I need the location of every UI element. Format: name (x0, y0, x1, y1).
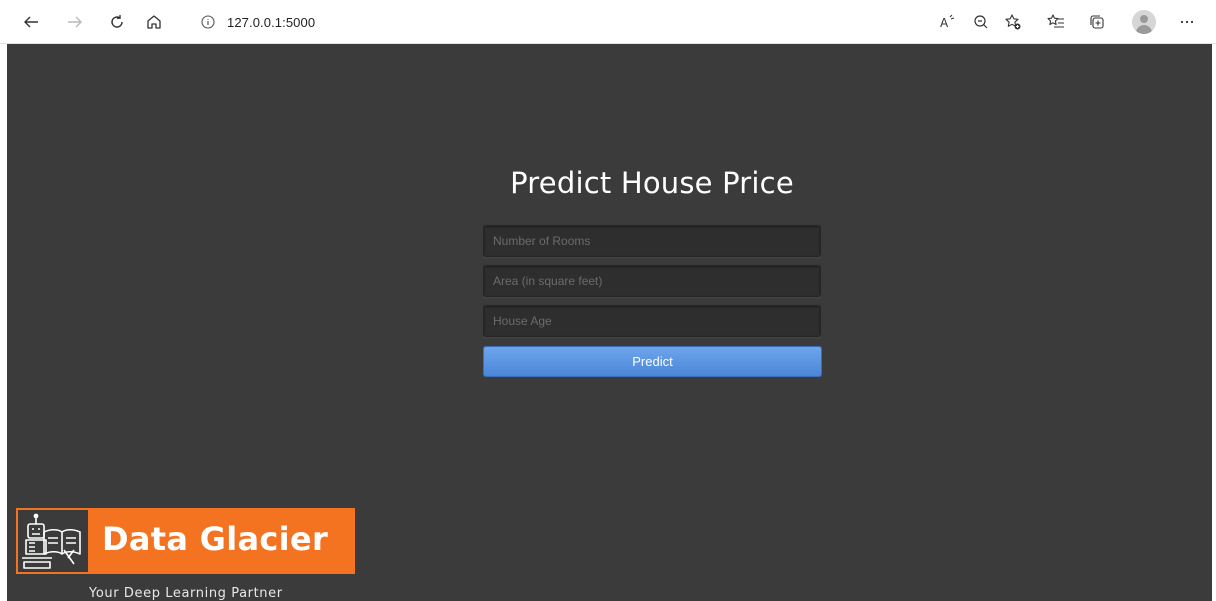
profile-avatar-icon[interactable] (1132, 10, 1156, 34)
browser-toolbar: 127.0.0.1:5000 A (0, 0, 1216, 44)
more-menu-icon[interactable] (1174, 9, 1200, 35)
window-edge-right (1212, 44, 1216, 601)
zoom-out-icon[interactable] (968, 9, 994, 35)
brand-tagline: Your Deep Learning Partner (89, 586, 283, 601)
home-icon[interactable] (141, 9, 167, 35)
avatar-head (1140, 15, 1148, 23)
address-url[interactable]: 127.0.0.1:5000 (227, 15, 315, 30)
address-bar[interactable]: 127.0.0.1:5000 (184, 8, 1024, 36)
area-input[interactable] (483, 265, 821, 297)
page-viewport: Predict House Price Predict (7, 44, 1212, 601)
predict-button[interactable]: Predict (483, 346, 822, 377)
add-favorite-icon[interactable] (1000, 9, 1026, 35)
house-age-input[interactable] (483, 305, 821, 337)
brand-name: Data Glacier (102, 520, 329, 558)
collections-icon[interactable] (1084, 9, 1110, 35)
info-circle-icon[interactable] (198, 12, 218, 32)
window-edge-left (0, 44, 7, 601)
robot-reading-icon (18, 510, 88, 572)
avatar-body (1136, 25, 1152, 34)
rooms-input[interactable] (483, 225, 821, 257)
data-glacier-logo: Data Glacier (16, 508, 355, 574)
forward-arrow-icon[interactable] (62, 9, 88, 35)
read-aloud-icon[interactable]: A (934, 9, 960, 35)
svg-text:A: A (940, 16, 949, 30)
page-title: Predict House Price (510, 166, 794, 200)
refresh-icon[interactable] (104, 9, 130, 35)
back-arrow-icon[interactable] (18, 9, 44, 35)
favorites-list-icon[interactable] (1043, 9, 1069, 35)
